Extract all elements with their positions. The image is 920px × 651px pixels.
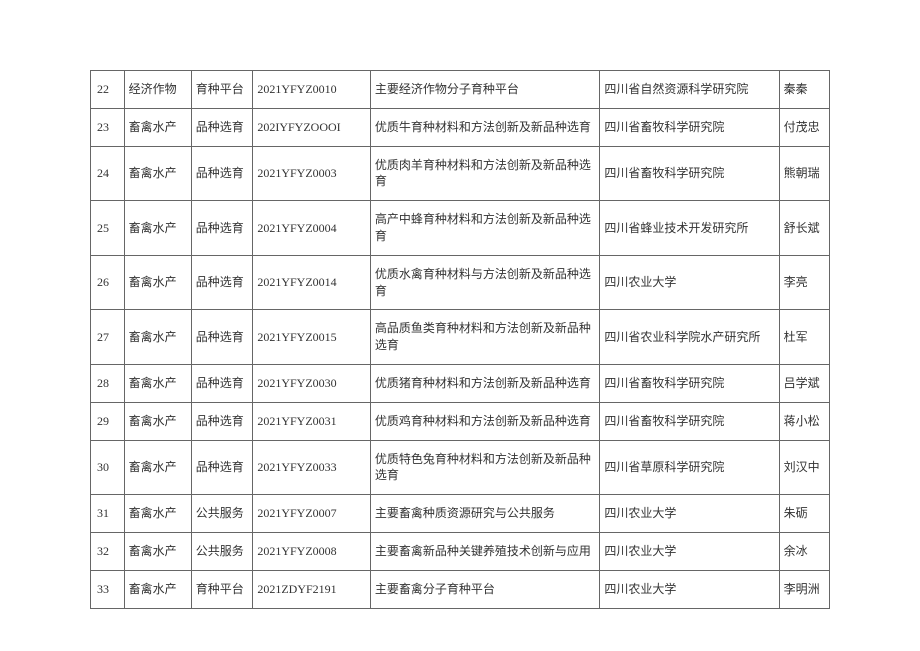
cell-index: 22 (91, 71, 125, 109)
cell-org: 四川省蜂业技术开发研究所 (600, 201, 779, 256)
cell-org: 四川省自然资源科学研究院 (600, 71, 779, 109)
cell-person: 舒长斌 (779, 201, 829, 256)
cell-name: 主要畜禽种质资源研究与公共服务 (370, 495, 600, 533)
table-row: 26畜禽水产品种选育2021YFYZ0014优质水禽育种材料与方法创新及新品种选… (91, 255, 830, 310)
cell-code: 202IYFYZOOOI (253, 108, 371, 146)
cell-org: 四川省草原科学研究院 (600, 440, 779, 495)
cell-code: 2021YFYZ0030 (253, 364, 371, 402)
cell-org: 四川省农业科学院水产研究所 (600, 310, 779, 365)
cell-name: 优质肉羊育种材料和方法创新及新品种选育 (370, 146, 600, 201)
cell-code: 2021YFYZ0003 (253, 146, 371, 201)
cell-name: 高产中蜂育种材料和方法创新及新品种选育 (370, 201, 600, 256)
table-row: 24畜禽水产品种选育2021YFYZ0003优质肉羊育种材料和方法创新及新品种选… (91, 146, 830, 201)
cell-type: 品种选育 (191, 440, 253, 495)
cell-code: 2021YFYZ0031 (253, 402, 371, 440)
table-row: 27畜禽水产品种选育2021YFYZ0015高品质鱼类育种材料和方法创新及新品种… (91, 310, 830, 365)
cell-index: 24 (91, 146, 125, 201)
table-row: 22经济作物育种平台2021YFYZ0010主要经济作物分子育种平台四川省自然资… (91, 71, 830, 109)
cell-type: 品种选育 (191, 146, 253, 201)
cell-code: 2021YFYZ0014 (253, 255, 371, 310)
cell-name: 优质鸡育种材料和方法创新及新品种选育 (370, 402, 600, 440)
cell-org: 四川农业大学 (600, 532, 779, 570)
cell-type: 公共服务 (191, 495, 253, 533)
cell-person: 朱砺 (779, 495, 829, 533)
cell-type: 品种选育 (191, 201, 253, 256)
cell-name: 高品质鱼类育种材料和方法创新及新品种选育 (370, 310, 600, 365)
cell-code: 2021ZDYF2191 (253, 570, 371, 608)
cell-category: 畜禽水产 (124, 146, 191, 201)
table-row: 23畜禽水产品种选育202IYFYZOOOI优质牛育种材料和方法创新及新品种选育… (91, 108, 830, 146)
cell-org: 四川省畜牧科学研究院 (600, 364, 779, 402)
cell-type: 品种选育 (191, 108, 253, 146)
cell-name: 主要畜禽分子育种平台 (370, 570, 600, 608)
cell-type: 品种选育 (191, 364, 253, 402)
cell-org: 四川省畜牧科学研究院 (600, 146, 779, 201)
cell-name: 优质牛育种材料和方法创新及新品种选育 (370, 108, 600, 146)
cell-person: 蒋小松 (779, 402, 829, 440)
cell-category: 畜禽水产 (124, 364, 191, 402)
cell-index: 32 (91, 532, 125, 570)
cell-category: 畜禽水产 (124, 108, 191, 146)
cell-name: 主要畜禽新品种关键养殖技术创新与应用 (370, 532, 600, 570)
cell-code: 2021YFYZ0008 (253, 532, 371, 570)
cell-category: 畜禽水产 (124, 570, 191, 608)
cell-code: 2021YFYZ0010 (253, 71, 371, 109)
cell-type: 品种选育 (191, 255, 253, 310)
cell-person: 秦秦 (779, 71, 829, 109)
cell-type: 公共服务 (191, 532, 253, 570)
table-row: 33畜禽水产育种平台2021ZDYF2191主要畜禽分子育种平台四川农业大学李明… (91, 570, 830, 608)
cell-category: 畜禽水产 (124, 440, 191, 495)
table-row: 32畜禽水产公共服务2021YFYZ0008主要畜禽新品种关键养殖技术创新与应用… (91, 532, 830, 570)
cell-index: 27 (91, 310, 125, 365)
cell-person: 吕学斌 (779, 364, 829, 402)
table-row: 29畜禽水产品种选育2021YFYZ0031优质鸡育种材料和方法创新及新品种选育… (91, 402, 830, 440)
cell-person: 李明洲 (779, 570, 829, 608)
cell-index: 30 (91, 440, 125, 495)
table-container: 22经济作物育种平台2021YFYZ0010主要经济作物分子育种平台四川省自然资… (0, 0, 920, 649)
cell-code: 2021YFYZ0007 (253, 495, 371, 533)
cell-person: 付茂忠 (779, 108, 829, 146)
cell-category: 畜禽水产 (124, 495, 191, 533)
cell-code: 2021YFYZ0033 (253, 440, 371, 495)
cell-category: 经济作物 (124, 71, 191, 109)
cell-category: 畜禽水产 (124, 402, 191, 440)
cell-person: 余冰 (779, 532, 829, 570)
cell-type: 育种平台 (191, 71, 253, 109)
cell-person: 刘汉中 (779, 440, 829, 495)
cell-org: 四川省畜牧科学研究院 (600, 108, 779, 146)
cell-type: 品种选育 (191, 402, 253, 440)
cell-name: 优质猪育种材料和方法创新及新品种选育 (370, 364, 600, 402)
cell-name: 主要经济作物分子育种平台 (370, 71, 600, 109)
cell-index: 29 (91, 402, 125, 440)
cell-index: 26 (91, 255, 125, 310)
cell-org: 四川农业大学 (600, 255, 779, 310)
cell-category: 畜禽水产 (124, 532, 191, 570)
cell-person: 李亮 (779, 255, 829, 310)
table-row: 25畜禽水产品种选育2021YFYZ0004高产中蜂育种材料和方法创新及新品种选… (91, 201, 830, 256)
cell-index: 23 (91, 108, 125, 146)
cell-category: 畜禽水产 (124, 310, 191, 365)
cell-index: 31 (91, 495, 125, 533)
cell-person: 杜军 (779, 310, 829, 365)
cell-category: 畜禽水产 (124, 201, 191, 256)
cell-index: 25 (91, 201, 125, 256)
cell-org: 四川省畜牧科学研究院 (600, 402, 779, 440)
cell-type: 品种选育 (191, 310, 253, 365)
cell-index: 33 (91, 570, 125, 608)
cell-index: 28 (91, 364, 125, 402)
table-row: 30畜禽水产品种选育2021YFYZ0033优质特色兔育种材料和方法创新及新品种… (91, 440, 830, 495)
data-table: 22经济作物育种平台2021YFYZ0010主要经济作物分子育种平台四川省自然资… (90, 70, 830, 609)
cell-category: 畜禽水产 (124, 255, 191, 310)
cell-code: 2021YFYZ0004 (253, 201, 371, 256)
cell-type: 育种平台 (191, 570, 253, 608)
table-row: 31畜禽水产公共服务2021YFYZ0007主要畜禽种质资源研究与公共服务四川农… (91, 495, 830, 533)
cell-person: 熊朝瑞 (779, 146, 829, 201)
table-body: 22经济作物育种平台2021YFYZ0010主要经济作物分子育种平台四川省自然资… (91, 71, 830, 609)
cell-org: 四川农业大学 (600, 570, 779, 608)
cell-code: 2021YFYZ0015 (253, 310, 371, 365)
table-row: 28畜禽水产品种选育2021YFYZ0030优质猪育种材料和方法创新及新品种选育… (91, 364, 830, 402)
cell-name: 优质特色兔育种材料和方法创新及新品种选育 (370, 440, 600, 495)
cell-name: 优质水禽育种材料与方法创新及新品种选育 (370, 255, 600, 310)
cell-org: 四川农业大学 (600, 495, 779, 533)
